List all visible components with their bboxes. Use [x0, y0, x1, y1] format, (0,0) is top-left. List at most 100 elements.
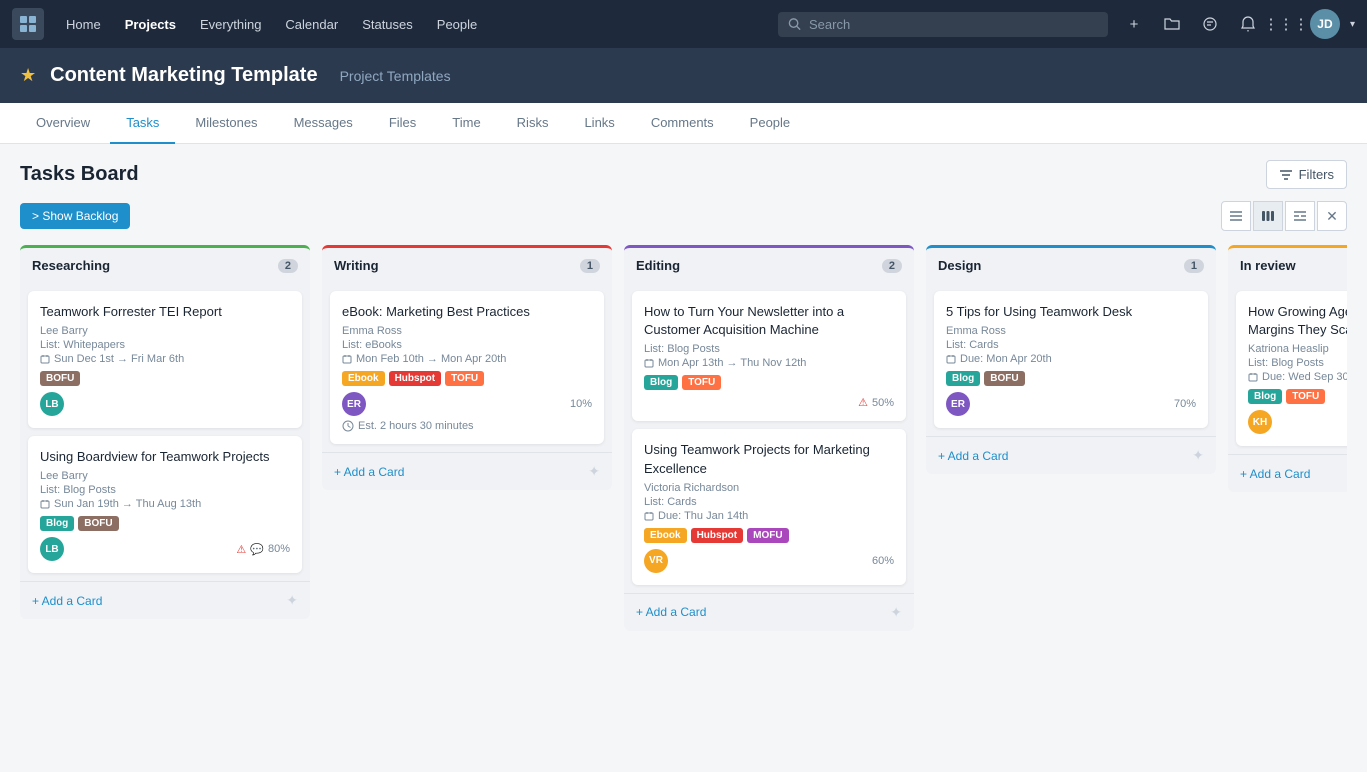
- clock-icon: [342, 420, 354, 432]
- tabs-bar: Overview Tasks Milestones Messages Files…: [0, 103, 1367, 144]
- nav-everything[interactable]: Everything: [190, 11, 271, 38]
- nav-people[interactable]: People: [427, 11, 487, 38]
- star-icon[interactable]: ★: [20, 65, 36, 86]
- nav-calendar[interactable]: Calendar: [275, 11, 348, 38]
- card-list: List: Blog Posts: [40, 484, 290, 496]
- nav-statuses[interactable]: Statuses: [352, 11, 423, 38]
- card-date: Mon Apr 13th → Thu Nov 12th: [644, 357, 894, 369]
- add-card-button[interactable]: + Add a Card ✦: [624, 593, 914, 631]
- tag-bofu: BOFU: [78, 516, 118, 531]
- card-footer: VR60%: [644, 549, 894, 573]
- app-logo[interactable]: [12, 8, 44, 40]
- add-button[interactable]: +: [1120, 10, 1148, 38]
- card-person: Emma Ross: [946, 325, 1196, 337]
- add-card-button[interactable]: + Add a Card ✦: [322, 452, 612, 490]
- project-title: Content Marketing Template: [50, 64, 317, 87]
- calendar-icon: [946, 354, 956, 364]
- card-title: Using Boardview for Teamwork Projects: [40, 448, 290, 466]
- card-date: Due: Mon Apr 20th: [946, 353, 1196, 365]
- task-card[interactable]: 5 Tips for Using Teamwork DeskEmma RossL…: [934, 291, 1208, 428]
- card-person: Lee Barry: [40, 470, 290, 482]
- card-footer: KH⚠90%: [1248, 410, 1347, 434]
- tab-files[interactable]: Files: [373, 103, 432, 144]
- tab-messages[interactable]: Messages: [278, 103, 369, 144]
- page-content: Tasks Board Filters > Show Backlog ✕ Res…: [0, 144, 1367, 667]
- card-date: Sun Dec 1st → Fri Mar 6th: [40, 353, 290, 365]
- page-title: Tasks Board: [20, 163, 139, 186]
- tag-tofu: TOFU: [1286, 389, 1325, 404]
- tab-people[interactable]: People: [734, 103, 806, 144]
- task-card[interactable]: How Growing Agencies Maintain Healthy Ma…: [1236, 291, 1347, 446]
- user-avatar[interactable]: JD: [1310, 9, 1340, 39]
- drag-icon: ✦: [1192, 447, 1204, 464]
- add-card-button[interactable]: + Add a Card ✦: [926, 436, 1216, 474]
- card-date: Mon Feb 10th → Mon Apr 20th: [342, 353, 592, 365]
- tab-tasks[interactable]: Tasks: [110, 103, 175, 144]
- column-cards-writing: eBook: Marketing Best PracticesEmma Ross…: [322, 283, 612, 452]
- card-tags: Blog BOFU: [40, 516, 290, 531]
- show-backlog-button[interactable]: > Show Backlog: [20, 203, 130, 229]
- col-title: Editing: [636, 258, 680, 273]
- card-date: Due: Thu Jan 14th: [644, 510, 894, 522]
- list-view-button[interactable]: [1221, 201, 1251, 231]
- task-card[interactable]: Using Boardview for Teamwork Projects Lee…: [28, 436, 302, 573]
- tag-tofu: TOFU: [445, 371, 484, 386]
- folder-icon[interactable]: [1158, 10, 1186, 38]
- close-view-button[interactable]: ✕: [1317, 201, 1347, 231]
- card-list: List: Cards: [644, 496, 894, 508]
- card-person: Victoria Richardson: [644, 482, 894, 494]
- board-view-button[interactable]: [1253, 201, 1283, 231]
- card-progress: 70%: [1174, 398, 1196, 410]
- column-cards-in-review: How Growing Agencies Maintain Healthy Ma…: [1228, 283, 1347, 454]
- user-dropdown-arrow[interactable]: ▾: [1350, 19, 1355, 30]
- task-card[interactable]: How to Turn Your Newsletter into a Custo…: [632, 291, 906, 421]
- add-card-label: + Add a Card: [334, 465, 404, 479]
- tag-mofu: MOFU: [747, 528, 788, 543]
- tab-links[interactable]: Links: [568, 103, 630, 144]
- tab-milestones[interactable]: Milestones: [179, 103, 273, 144]
- card-estimate: Est. 2 hours 30 minutes: [342, 420, 592, 432]
- card-progress: 10%: [570, 398, 592, 410]
- grid-icon[interactable]: ⋮⋮⋮: [1272, 10, 1300, 38]
- add-card-button[interactable]: + Add a Card ✦: [20, 581, 310, 619]
- filters-button[interactable]: Filters: [1266, 160, 1347, 189]
- column-header-design: Design1: [926, 245, 1216, 283]
- notifications-icon[interactable]: [1234, 10, 1262, 38]
- column-cards-editing: How to Turn Your Newsletter into a Custo…: [624, 283, 914, 593]
- warning-icon: ⚠: [858, 396, 868, 409]
- card-tags: Ebook HubspotMOFU: [644, 528, 894, 543]
- nav-home[interactable]: Home: [56, 11, 111, 38]
- card-person: Lee Barry: [40, 325, 290, 337]
- drag-icon: ✦: [890, 604, 902, 621]
- column-design: Design1 5 Tips for Using Teamwork DeskEmm…: [926, 245, 1216, 474]
- tag-blog: Blog: [1248, 389, 1282, 404]
- messages-icon[interactable]: [1196, 10, 1224, 38]
- card-list: List: Blog Posts: [644, 343, 894, 355]
- tag-hubspot: Hubspot: [691, 528, 744, 543]
- column-in-review: In reviewHow Growing Agencies Maintain H…: [1228, 245, 1347, 492]
- card-person: Katriona Heaslip: [1248, 343, 1347, 355]
- tab-comments[interactable]: Comments: [635, 103, 730, 144]
- column-researching: Researching2Teamwork Forrester TEI Repor…: [20, 245, 310, 619]
- task-card[interactable]: eBook: Marketing Best PracticesEmma Ross…: [330, 291, 604, 444]
- card-list: List: Blog Posts: [1248, 357, 1347, 369]
- tag-blog: Blog: [40, 516, 74, 531]
- add-card-button[interactable]: + Add a Card ✦: [1228, 454, 1347, 492]
- tab-overview[interactable]: Overview: [20, 103, 106, 144]
- split-view-button[interactable]: [1285, 201, 1315, 231]
- task-card[interactable]: Using Teamwork Projects for Marketing Ex…: [632, 429, 906, 584]
- calendar-icon: [40, 499, 50, 509]
- tab-time[interactable]: Time: [436, 103, 496, 144]
- tag-ebook: Ebook: [644, 528, 687, 543]
- tab-risks[interactable]: Risks: [501, 103, 565, 144]
- calendar-icon: [40, 354, 50, 364]
- col-title: Researching: [32, 258, 110, 273]
- card-tags: BlogTOFU: [644, 375, 894, 390]
- column-writing: Writing1eBook: Marketing Best PracticesE…: [322, 245, 612, 490]
- page-title-row: Tasks Board Filters: [20, 160, 1347, 189]
- nav-projects[interactable]: Projects: [115, 11, 186, 38]
- task-card[interactable]: Teamwork Forrester TEI ReportLee BarryLi…: [28, 291, 302, 428]
- card-tags: Blog TOFU: [1248, 389, 1347, 404]
- card-footer: ER10%: [342, 392, 592, 416]
- search-input[interactable]: [809, 17, 1098, 32]
